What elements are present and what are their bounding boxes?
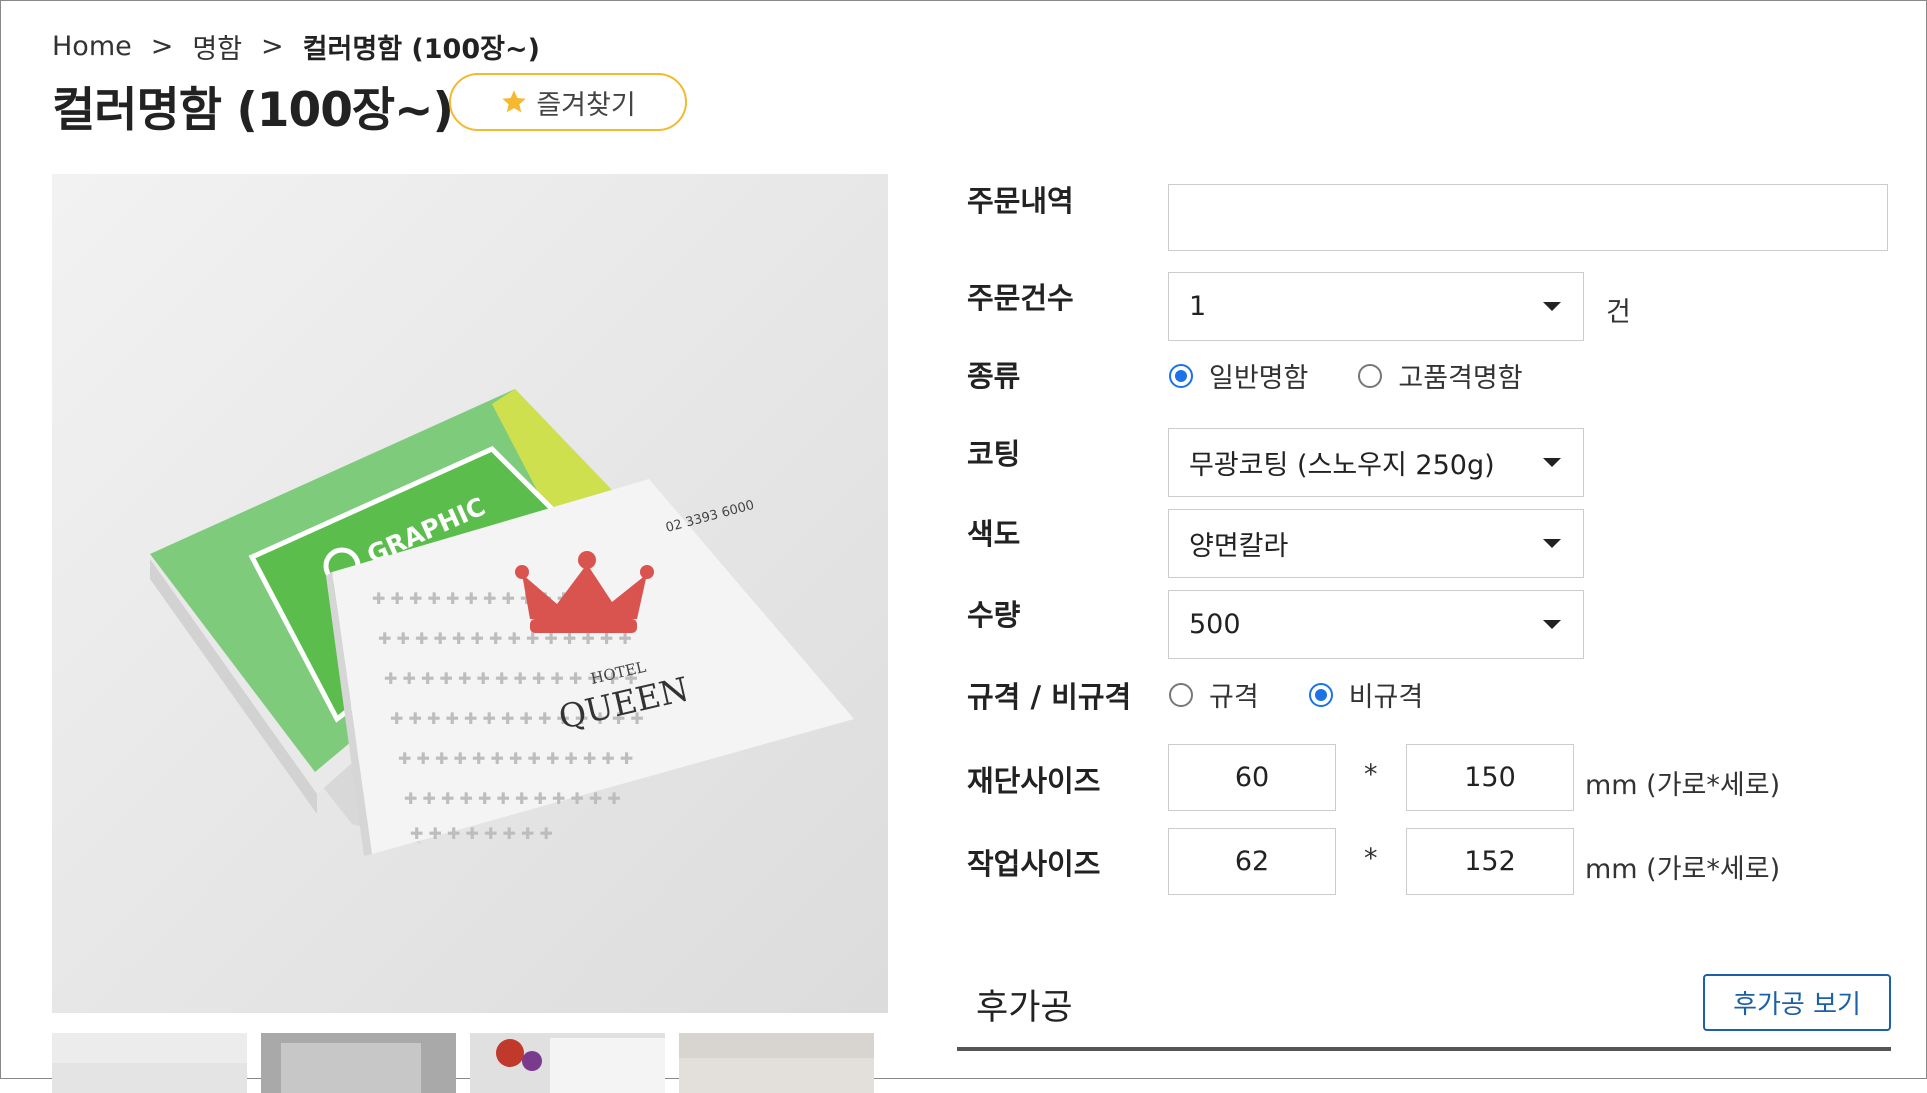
svg-text:✚ ✚ ✚ ✚ ✚ ✚ ✚ ✚: ✚ ✚ ✚ ✚ ✚ ✚ ✚ ✚: [410, 824, 553, 843]
chevron-down-icon: [1543, 458, 1561, 467]
breadcrumb: Home > 명함 > 컬러명함 (100장~): [52, 27, 540, 66]
order-history-input[interactable]: [1168, 184, 1888, 251]
order-count-unit: 건: [1606, 297, 1631, 328]
cut-size-label: 재단사이즈: [967, 764, 1101, 798]
type-option-standard[interactable]: 일반명함: [1169, 356, 1308, 395]
breadcrumb-separator: >: [261, 31, 284, 62]
svg-text:✚ ✚ ✚ ✚ ✚ ✚ ✚ ✚ ✚ ✚ ✚ ✚: ✚ ✚ ✚ ✚ ✚ ✚ ✚ ✚ ✚ ✚ ✚ ✚: [404, 789, 621, 808]
order-count-label: 주문건수: [967, 281, 1074, 315]
post-processing-view-button[interactable]: 후가공 보기: [1703, 974, 1891, 1031]
section-divider: [957, 1047, 1891, 1051]
breadcrumb-current: 컬러명함 (100장~): [302, 34, 540, 65]
type-label: 종류: [967, 359, 1021, 393]
chevron-down-icon: [1543, 302, 1561, 311]
times-symbol: *: [1364, 843, 1378, 874]
radio-unchecked[interactable]: [1358, 363, 1383, 388]
breadcrumb-home[interactable]: Home: [52, 31, 132, 62]
svg-text:✚ ✚ ✚ ✚ ✚ ✚ ✚ ✚ ✚ ✚ ✚ ✚ ✚: ✚ ✚ ✚ ✚ ✚ ✚ ✚ ✚ ✚ ✚ ✚ ✚ ✚: [398, 749, 633, 768]
color-label: 색도: [967, 517, 1021, 551]
cut-size-height-input[interactable]: 150: [1406, 744, 1574, 811]
quantity-label: 수량: [967, 598, 1021, 632]
thumbnail[interactable]: [470, 1033, 665, 1093]
spec-option-custom[interactable]: 비규격: [1308, 675, 1424, 714]
order-count-select[interactable]: 1: [1168, 272, 1584, 341]
chevron-down-icon: [1543, 620, 1561, 629]
thumbnail[interactable]: [679, 1033, 874, 1093]
quantity-select[interactable]: 500: [1168, 590, 1584, 659]
breadcrumb-category[interactable]: 명함: [192, 27, 242, 66]
page-title: 컬러명함 (100장~): [52, 83, 454, 138]
type-option-premium[interactable]: 고품격명함: [1358, 356, 1523, 395]
product-image: GRAPHIC ✚ ✚ ✚ ✚ ✚ ✚ ✚ ✚ ✚ ✚ ✚ ✚ ✚ ✚ ✚ ✚ …: [52, 174, 888, 1013]
spec-option-standard[interactable]: 규격: [1169, 675, 1259, 714]
spec-label: 규격 / 비규격: [967, 680, 1132, 714]
thumbnail[interactable]: [52, 1033, 247, 1093]
type-radio-group: 일반명함 고품격명함: [1169, 356, 1523, 395]
work-size-height-input[interactable]: 152: [1406, 828, 1574, 895]
radio-unchecked[interactable]: [1169, 682, 1193, 707]
quantity-value: 500: [1189, 609, 1241, 640]
thumbnail-strip: [52, 1033, 874, 1093]
chevron-down-icon: [1543, 539, 1561, 548]
coating-label: 코팅: [967, 437, 1021, 471]
work-size-width-input[interactable]: 62: [1168, 828, 1336, 895]
spec-option-label: 비규격: [1348, 682, 1424, 713]
spec-option-label: 규격: [1209, 682, 1259, 713]
work-size-label: 작업사이즈: [967, 847, 1101, 881]
post-processing-title: 후가공: [976, 988, 1073, 1028]
coating-value: 무광코팅 (스노우지 250g): [1189, 450, 1495, 481]
color-select[interactable]: 양면칼라: [1168, 509, 1584, 578]
spec-radio-group: 규격 비규격: [1169, 675, 1423, 714]
cut-size-unit: mm (가로*세로): [1585, 770, 1781, 801]
favorite-label: 즐겨찾기: [536, 89, 636, 121]
cut-size-width-input[interactable]: 60: [1168, 744, 1336, 811]
type-option-label: 고품격명함: [1398, 363, 1523, 394]
color-value: 양면칼라: [1189, 531, 1289, 562]
thumbnail[interactable]: [261, 1033, 456, 1093]
star-icon: [502, 90, 526, 113]
favorite-button[interactable]: 즐겨찾기: [449, 73, 687, 131]
times-symbol: *: [1364, 759, 1378, 790]
radio-checked[interactable]: [1308, 682, 1333, 707]
breadcrumb-separator: >: [150, 31, 174, 62]
work-size-unit: mm (가로*세로): [1585, 854, 1781, 885]
order-count-value: 1: [1189, 291, 1207, 322]
order-history-label: 주문내역: [967, 184, 1074, 218]
coating-select[interactable]: 무광코팅 (스노우지 250g): [1168, 428, 1584, 497]
type-option-label: 일반명함: [1209, 363, 1309, 394]
radio-checked[interactable]: [1169, 363, 1193, 388]
